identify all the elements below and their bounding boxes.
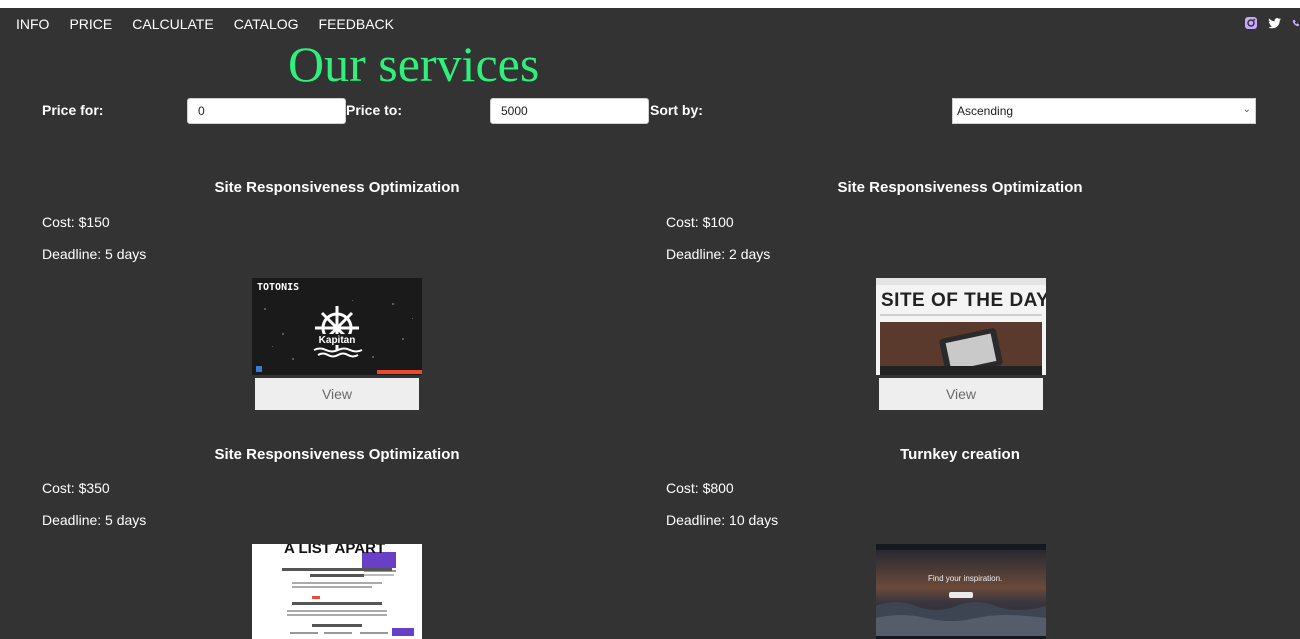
page: INFO PRICE CALCULATE CATALOG FEEDBACK Ou… [0,0,1300,639]
thumbnail-caption: A LIST APART [284,544,386,557]
nav-calculate[interactable]: CALCULATE [132,16,213,32]
card-cost: Cost: $100 [666,214,734,230]
nav-price[interactable]: PRICE [69,16,112,32]
sort-label: Sort by: [650,102,703,118]
card-title: Site Responsiveness Optimization [214,446,460,463]
nav-info[interactable]: INFO [16,16,49,32]
card-thumbnail: A LIST APART [252,544,422,639]
price-from-label: Price for: [42,102,104,118]
card-cost: Cost: $800 [666,480,734,496]
price-to-input[interactable] [490,98,649,124]
view-button[interactable]: View [255,378,419,410]
nav-catalog[interactable]: CATALOG [234,16,299,32]
nav-feedback[interactable]: FEEDBACK [319,16,394,32]
card-deadline: Deadline: 5 days [42,512,147,528]
twitter-icon[interactable] [1268,16,1282,30]
card-deadline: Deadline: 10 days [666,512,779,528]
sort-select-value: Ascending [957,104,1014,118]
main-area: INFO PRICE CALCULATE CATALOG FEEDBACK Ou… [0,8,1300,639]
card-title: Site Responsiveness Optimization [214,179,460,196]
page-title: Our services [288,36,540,92]
card-cost: Cost: $150 [42,214,110,230]
social-links [1244,16,1300,30]
thumbnail-caption: SITE OF THE DAY [881,290,1046,311]
price-from-input[interactable] [187,98,346,124]
card-thumbnail: Find your inspiration. [876,544,1046,639]
card-deadline: Deadline: 5 days [42,246,147,262]
thumbnail-caption: Find your inspiration. [928,574,1003,583]
card-title: Turnkey creation [900,446,1020,463]
card-thumbnail: SITE OF THE DAY [876,278,1046,375]
price-to-label: Price to: [346,102,403,118]
phone-icon[interactable] [1292,16,1300,30]
card-thumbnail: Kapitan TOTONIS [252,278,422,375]
card-cost: Cost: $350 [42,480,110,496]
card-deadline: Deadline: 2 days [666,246,771,262]
instagram-icon[interactable] [1244,16,1258,30]
svg-text:Kapitan: Kapitan [319,335,356,346]
thumbnail-caption: TOTONIS [257,282,300,293]
view-button[interactable]: View [879,378,1043,410]
top-nav: INFO PRICE CALCULATE CATALOG FEEDBACK [16,16,394,32]
top-strip [0,0,1300,8]
card-title: Site Responsiveness Optimization [837,179,1083,196]
sort-select[interactable]: Ascending ⌄ [952,98,1256,124]
chevron-down-icon: ⌄ [1242,104,1251,115]
